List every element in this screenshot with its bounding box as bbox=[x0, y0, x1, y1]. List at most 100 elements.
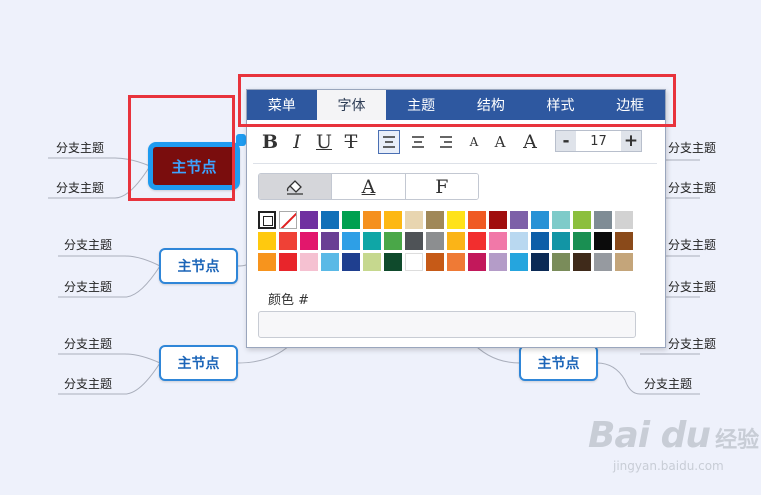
color-swatch[interactable] bbox=[258, 253, 276, 271]
branch-topic[interactable]: 分支主题 bbox=[64, 278, 112, 295]
branch-topic[interactable]: 分支主题 bbox=[668, 139, 716, 156]
color-swatch[interactable] bbox=[489, 253, 507, 271]
color-swatch[interactable] bbox=[468, 232, 486, 250]
property-panel: 菜单 字体 主题 结构 样式 边框 B I U T A A A - + bbox=[246, 89, 666, 348]
color-swatch[interactable] bbox=[552, 211, 570, 229]
color-swatch[interactable] bbox=[489, 232, 507, 250]
branch-topic[interactable]: 分支主题 bbox=[644, 375, 692, 392]
align-right-icon bbox=[440, 136, 452, 148]
color-swatch[interactable] bbox=[489, 211, 507, 229]
branch-topic[interactable]: 分支主题 bbox=[56, 139, 104, 156]
decrease-button[interactable]: - bbox=[556, 131, 576, 151]
highlight-selected-node bbox=[128, 95, 235, 201]
color-swatch[interactable] bbox=[426, 211, 444, 229]
color-swatch[interactable] bbox=[426, 253, 444, 271]
font-size-medium-button[interactable]: A bbox=[491, 130, 509, 154]
fill-color-button[interactable] bbox=[259, 174, 333, 199]
color-swatch[interactable] bbox=[447, 232, 465, 250]
color-swatch[interactable] bbox=[258, 232, 276, 250]
branch-topic[interactable]: 分支主题 bbox=[56, 179, 104, 196]
color-swatch[interactable] bbox=[531, 232, 549, 250]
color-swatch[interactable] bbox=[552, 253, 570, 271]
color-swatch[interactable] bbox=[279, 232, 297, 250]
color-swatch[interactable] bbox=[384, 211, 402, 229]
color-swatch[interactable] bbox=[279, 253, 297, 271]
color-swatch[interactable] bbox=[447, 253, 465, 271]
color-swatch[interactable] bbox=[531, 253, 549, 271]
color-swatch[interactable] bbox=[384, 253, 402, 271]
highlight-tab-bar bbox=[238, 74, 676, 127]
color-swatch[interactable] bbox=[405, 253, 423, 271]
color-swatch[interactable] bbox=[321, 211, 339, 229]
watermark-url: jingyan.baidu.com bbox=[613, 459, 724, 473]
transparent-swatch[interactable] bbox=[279, 211, 297, 229]
color-swatch[interactable] bbox=[594, 253, 612, 271]
color-swatch[interactable] bbox=[321, 253, 339, 271]
main-node[interactable]: 主节点 bbox=[519, 345, 598, 381]
color-mode-selector: A F bbox=[258, 173, 479, 200]
color-swatch[interactable] bbox=[363, 253, 381, 271]
branch-topic[interactable]: 分支主题 bbox=[64, 236, 112, 253]
color-swatch[interactable] bbox=[321, 232, 339, 250]
color-swatch[interactable] bbox=[363, 211, 381, 229]
branch-topic[interactable]: 分支主题 bbox=[668, 179, 716, 196]
watermark: Bai du 经验 jingyan.baidu.com bbox=[588, 415, 759, 473]
watermark-brand: Bai du bbox=[588, 415, 711, 456]
branch-topic[interactable]: 分支主题 bbox=[64, 375, 112, 392]
color-swatch[interactable] bbox=[615, 253, 633, 271]
color-swatch[interactable] bbox=[594, 232, 612, 250]
font-size-stepper: - + bbox=[555, 130, 642, 152]
color-swatch[interactable] bbox=[384, 232, 402, 250]
color-swatch[interactable] bbox=[615, 232, 633, 250]
color-swatch[interactable] bbox=[342, 211, 360, 229]
color-hex-input[interactable] bbox=[258, 311, 636, 338]
color-swatch[interactable] bbox=[342, 253, 360, 271]
branch-topic[interactable]: 分支主题 bbox=[668, 278, 716, 295]
branch-topic[interactable]: 分支主题 bbox=[668, 335, 716, 352]
color-swatch[interactable] bbox=[300, 232, 318, 250]
color-swatch[interactable] bbox=[405, 232, 423, 250]
increase-button[interactable]: + bbox=[621, 131, 641, 151]
color-swatch[interactable] bbox=[573, 211, 591, 229]
font-size-large-button[interactable]: A bbox=[519, 130, 541, 154]
align-right-button[interactable] bbox=[435, 130, 457, 154]
node-collapse-handle[interactable] bbox=[236, 134, 246, 146]
font-size-input[interactable] bbox=[576, 131, 621, 151]
color-swatch[interactable] bbox=[342, 232, 360, 250]
color-swatch[interactable] bbox=[531, 211, 549, 229]
main-node[interactable]: 主节点 bbox=[159, 248, 238, 284]
color-swatch[interactable] bbox=[552, 232, 570, 250]
color-swatch[interactable] bbox=[363, 232, 381, 250]
fill-bucket-icon bbox=[287, 179, 304, 195]
border-color-button[interactable]: F bbox=[405, 174, 478, 199]
font-color-button[interactable]: A bbox=[332, 174, 406, 199]
color-swatch[interactable] bbox=[615, 211, 633, 229]
align-left-button[interactable] bbox=[378, 130, 400, 154]
branch-topic[interactable]: 分支主题 bbox=[64, 335, 112, 352]
align-center-button[interactable] bbox=[407, 130, 429, 154]
color-swatch[interactable] bbox=[594, 211, 612, 229]
color-swatch[interactable] bbox=[510, 211, 528, 229]
color-swatch[interactable] bbox=[405, 211, 423, 229]
color-swatch[interactable] bbox=[300, 211, 318, 229]
color-swatch[interactable] bbox=[573, 253, 591, 271]
color-swatch[interactable] bbox=[468, 211, 486, 229]
color-swatch[interactable] bbox=[468, 253, 486, 271]
color-swatch[interactable] bbox=[510, 253, 528, 271]
no-color-swatch[interactable] bbox=[258, 211, 276, 229]
color-swatch[interactable] bbox=[573, 232, 591, 250]
underline-button[interactable]: U bbox=[316, 130, 332, 154]
font-color-icon: A bbox=[361, 175, 376, 198]
color-swatch[interactable] bbox=[300, 253, 318, 271]
main-node[interactable]: 主节点 bbox=[159, 345, 238, 381]
bold-button[interactable]: B bbox=[262, 130, 278, 154]
align-center-icon bbox=[412, 136, 424, 148]
color-swatch[interactable] bbox=[510, 232, 528, 250]
color-swatch[interactable] bbox=[447, 211, 465, 229]
font-size-small-button[interactable]: A bbox=[465, 130, 483, 154]
node-label: 主节点 bbox=[177, 259, 220, 275]
color-swatch[interactable] bbox=[426, 232, 444, 250]
strikethrough-button[interactable]: T bbox=[343, 130, 359, 154]
italic-button[interactable]: I bbox=[289, 130, 305, 154]
branch-topic[interactable]: 分支主题 bbox=[668, 236, 716, 253]
